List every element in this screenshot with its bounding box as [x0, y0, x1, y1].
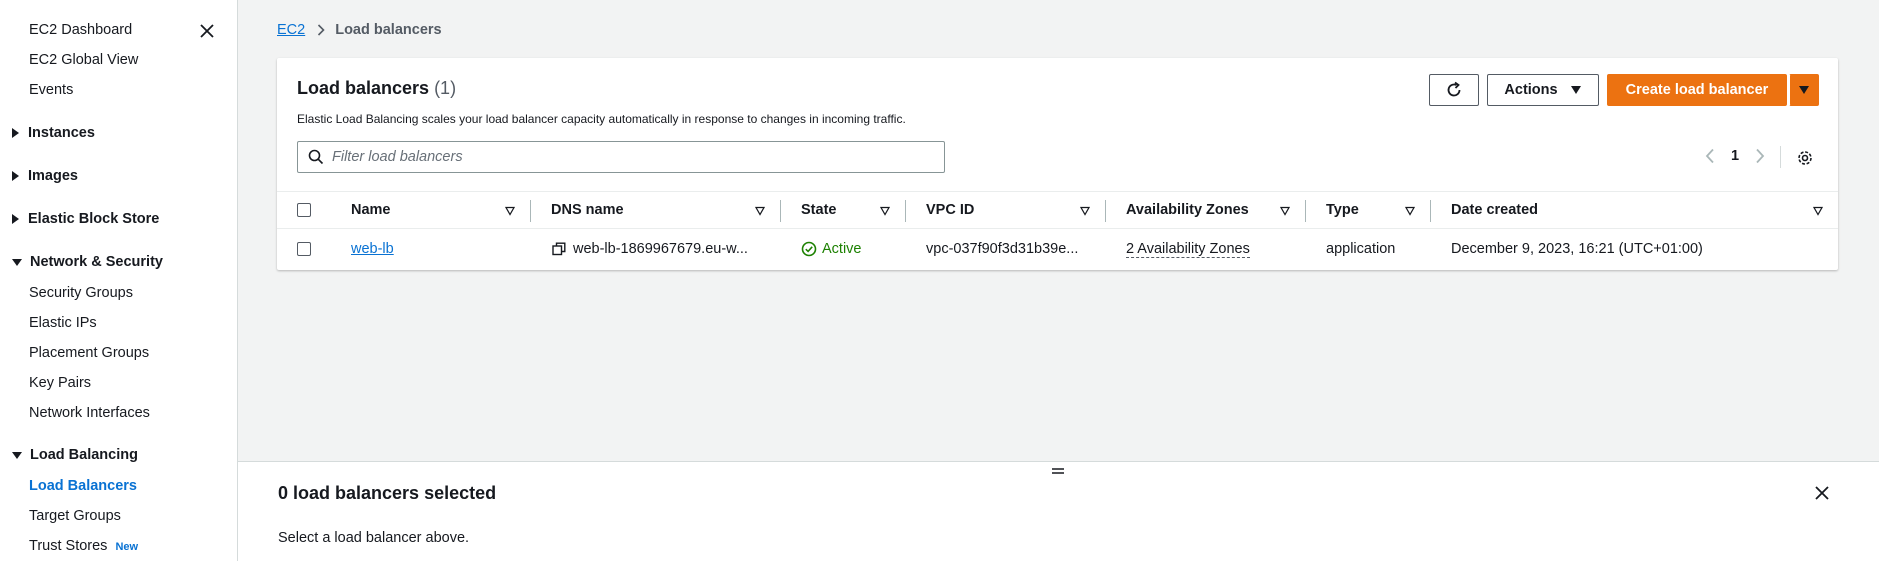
breadcrumb-current: Load balancers	[335, 22, 442, 38]
column-header-availability-zones[interactable]: Availability Zones	[1126, 202, 1249, 218]
column-header-state[interactable]: State	[801, 202, 836, 218]
vpc-id-cell: vpc-037f90f3d31b39e...	[926, 241, 1079, 257]
nav-security-groups[interactable]: Security Groups	[29, 285, 133, 301]
chevron-right-icon[interactable]	[1755, 148, 1765, 164]
column-header-date-created[interactable]: Date created	[1451, 202, 1538, 218]
nav-trust-stores[interactable]: Trust Stores New	[29, 538, 138, 554]
column-resizer[interactable]	[1105, 200, 1106, 222]
sort-icon[interactable]	[880, 206, 890, 216]
sort-icon[interactable]	[1405, 206, 1415, 216]
create-options-dropdown[interactable]	[1789, 74, 1819, 106]
details-split-panel	[238, 461, 1879, 561]
breadcrumb: EC2 Load balancers	[277, 22, 442, 38]
close-icon[interactable]	[1813, 484, 1831, 502]
caret-down-icon	[1570, 86, 1581, 94]
search-icon	[308, 149, 324, 165]
breadcrumb-ec2-link[interactable]: EC2	[277, 22, 305, 38]
nav-section-network-security[interactable]: Network & Security	[12, 254, 163, 270]
pager-divider	[1780, 146, 1781, 168]
table-header: Name DNS name State VPC ID Availability …	[277, 191, 1838, 229]
refresh-icon	[1447, 81, 1461, 97]
load-balancers-table-panel: Load balancers (1) Elastic Load Balancin…	[277, 58, 1838, 270]
type-cell: application	[1326, 241, 1396, 257]
panel-title: Load balancers (1)	[297, 78, 457, 98]
nav-ec2-dashboard[interactable]: EC2 Dashboard	[29, 22, 132, 38]
column-resizer[interactable]	[780, 200, 781, 222]
chevron-left-icon[interactable]	[1705, 148, 1715, 164]
nav-target-groups[interactable]: Target Groups	[29, 508, 121, 524]
availability-zones-popover[interactable]: 2 Availability Zones	[1126, 241, 1250, 258]
nav-section-ebs[interactable]: Elastic Block Store	[12, 211, 159, 227]
nav-section-load-balancing[interactable]: Load Balancing	[12, 447, 138, 463]
column-resizer[interactable]	[1430, 200, 1431, 222]
chevron-right-icon	[318, 24, 325, 36]
sort-icon[interactable]	[1280, 206, 1290, 216]
column-resizer[interactable]	[530, 200, 531, 222]
column-header-type[interactable]: Type	[1326, 202, 1359, 218]
gear-icon[interactable]	[1796, 149, 1814, 167]
column-resizer[interactable]	[1305, 200, 1306, 222]
details-title: 0 load balancers selected	[278, 483, 497, 503]
column-resizer[interactable]	[905, 200, 906, 222]
nav-events[interactable]: Events	[29, 82, 73, 98]
dns-name-cell: web-lb-1869967679.eu-w...	[552, 241, 748, 257]
date-created-cell: December 9, 2023, 16:21 (UTC+01:00)	[1451, 241, 1703, 257]
sort-icon[interactable]	[1080, 206, 1090, 216]
sort-icon[interactable]	[505, 206, 515, 216]
nav-section-instances[interactable]: Instances	[12, 125, 95, 141]
nav-placement-groups[interactable]: Placement Groups	[29, 345, 149, 361]
nav-ec2-global-view[interactable]: EC2 Global View	[29, 52, 138, 68]
drag-handle-icon[interactable]	[1052, 467, 1064, 475]
filter-input[interactable]	[332, 149, 932, 165]
check-circle-icon	[801, 241, 817, 257]
table-row[interactable]: web-lb web-lb-1869967679.eu-w... Active …	[277, 229, 1838, 269]
current-page[interactable]: 1	[1731, 148, 1739, 164]
column-header-name[interactable]: Name	[351, 202, 391, 218]
pagination: 1	[1705, 148, 1765, 164]
details-message: Select a load balancer above.	[278, 530, 470, 546]
nav-section-images[interactable]: Images	[12, 168, 78, 184]
item-count: (1)	[434, 78, 457, 98]
actions-button[interactable]: Actions	[1487, 74, 1599, 106]
column-header-dns-name[interactable]: DNS name	[551, 202, 624, 218]
nav-load-balancers[interactable]: Load Balancers	[29, 478, 137, 494]
caret-down-icon	[1799, 86, 1809, 94]
caret-right-icon	[12, 214, 19, 224]
row-select-checkbox[interactable]	[297, 242, 311, 256]
column-header-vpc-id[interactable]: VPC ID	[926, 202, 974, 218]
panel-description: Elastic Load Balancing scales your load …	[297, 112, 906, 126]
nav-network-interfaces[interactable]: Network Interfaces	[29, 405, 150, 421]
caret-down-icon	[12, 451, 22, 459]
state-cell: Active	[801, 241, 862, 257]
filter-search-box	[297, 141, 945, 173]
create-load-balancer-button[interactable]: Create load balancer	[1607, 74, 1787, 106]
copy-icon[interactable]	[552, 242, 566, 256]
caret-down-icon	[12, 258, 22, 266]
refresh-button[interactable]	[1429, 74, 1479, 106]
sort-icon[interactable]	[755, 206, 765, 216]
side-navigation: EC2 Dashboard EC2 Global View Events Ins…	[0, 0, 238, 561]
select-all-checkbox[interactable]	[297, 203, 311, 217]
sort-icon[interactable]	[1813, 206, 1823, 216]
caret-right-icon	[12, 171, 19, 181]
status-badge: Active	[822, 241, 862, 257]
load-balancer-name-link[interactable]: web-lb	[351, 241, 394, 257]
caret-right-icon	[12, 128, 19, 138]
close-icon[interactable]	[198, 22, 216, 40]
new-badge: New	[115, 541, 139, 553]
nav-key-pairs[interactable]: Key Pairs	[29, 375, 91, 391]
nav-elastic-ips[interactable]: Elastic IPs	[29, 315, 97, 331]
